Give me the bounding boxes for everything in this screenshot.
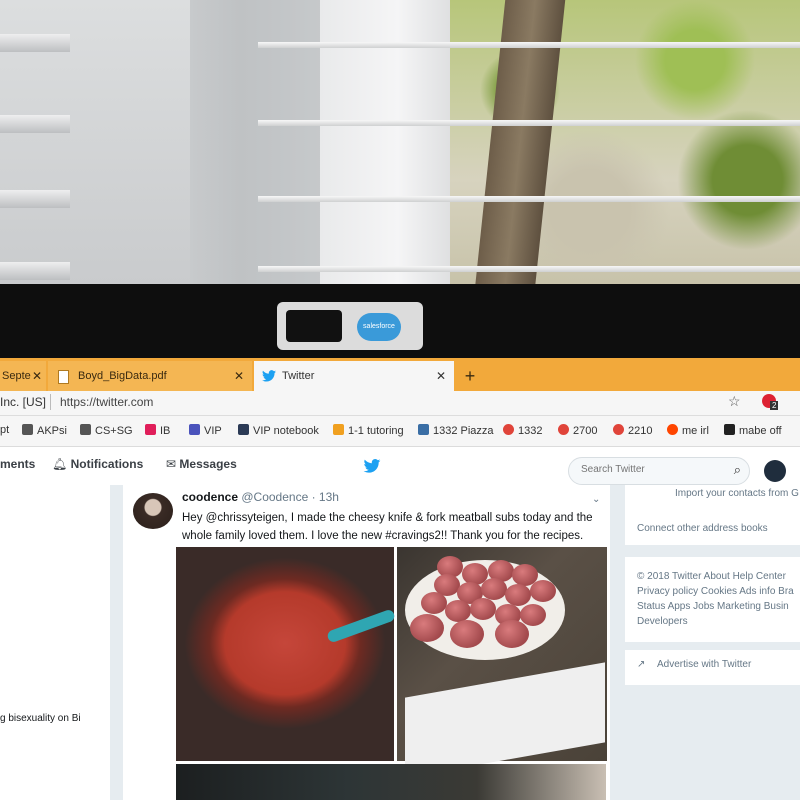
tab-twitter[interactable]: Twitter ✕ (254, 361, 454, 391)
bookmark-cs-sg[interactable]: CS+SG (80, 424, 133, 437)
window-blinds-scene (0, 0, 800, 300)
cube-icon (238, 424, 249, 435)
meatball (410, 614, 444, 642)
tweet-photo-row[interactable] (176, 764, 606, 800)
meatball (450, 620, 484, 648)
envelope-icon: ✉ (166, 457, 177, 471)
slack-icon (145, 424, 156, 435)
blind-slat (258, 266, 800, 272)
tab-boyd-bigdata[interactable]: Boyd_BigData.pdf ✕ (48, 361, 252, 391)
avatar[interactable] (133, 493, 173, 529)
footer-line[interactable]: © 2018 Twitter About Help Center (637, 571, 786, 582)
salesforce-logo: salesforce (357, 313, 401, 341)
profile-avatar[interactable] (764, 460, 786, 482)
trend-item[interactable]: g bisexuality on Bi (0, 713, 81, 724)
blind-slat (258, 42, 800, 48)
bookmark-me-irl[interactable]: me irl (667, 424, 709, 437)
bookmark-star-icon[interactable]: ☆ (728, 393, 741, 410)
footer-line[interactable]: Privacy policy Cookies Ads info Bra (637, 586, 794, 597)
new-tab-button[interactable]: + (458, 362, 482, 390)
search-icon[interactable]: ⌕ (734, 462, 741, 478)
close-icon[interactable]: ✕ (436, 361, 446, 391)
nav-notifications[interactable]: 🔔︎ Notifications (52, 457, 143, 471)
tweet-author-name[interactable]: coodence (182, 490, 238, 504)
bookmark-2700[interactable]: 2700 (558, 424, 597, 437)
nav-moments[interactable]: ments (0, 457, 35, 471)
extension-badge: 2 (770, 401, 779, 410)
contacts-card: Import your contacts from G Connect othe… (625, 485, 800, 545)
bookmark-tutoring[interactable]: 1-1 tutoring (333, 424, 404, 437)
bookmark-1332-piazza[interactable]: 1332 Piazza (418, 424, 494, 437)
search-box[interactable]: ⌕ (568, 457, 750, 485)
footer-line[interactable]: Status Apps Jobs Marketing Busin (637, 601, 789, 612)
meatball (445, 600, 471, 622)
close-icon[interactable]: ✕ (32, 361, 42, 391)
bookmark-partial[interactable]: pt (0, 424, 9, 436)
bookmarks-bar: pt AKPsi CS+SG IB VIP VIP notebook 1-1 t… (0, 416, 800, 447)
blind-slat (258, 196, 800, 202)
bookmark-mabe-off[interactable]: mabe off (724, 424, 782, 437)
piazza-icon (418, 424, 429, 435)
pinwheel-icon (558, 424, 569, 435)
tweet-photo-sauce[interactable] (176, 547, 394, 761)
bookmark-ib[interactable]: IB (145, 424, 170, 437)
footer-card: © 2018 Twitter About Help Center Privacy… (625, 557, 800, 642)
close-icon[interactable]: ✕ (234, 361, 244, 391)
external-link-icon: ↗ (637, 659, 646, 670)
meatball (495, 620, 529, 648)
connect-address-books-link[interactable]: Connect other address books (637, 523, 768, 534)
tab-label: Boyd_BigData.pdf (78, 370, 167, 382)
meatball (470, 598, 496, 620)
meatball (530, 580, 556, 602)
burst-icon (333, 424, 344, 435)
tab-september[interactable]: Septe ✕ (0, 361, 46, 391)
bookmark-akpsi[interactable]: AKPsi (22, 424, 67, 437)
divider (50, 394, 51, 410)
hashtag-icon (22, 424, 33, 435)
url-text[interactable]: https://twitter.com (60, 395, 153, 409)
blind-slat (0, 34, 70, 52)
webcam-slot (286, 310, 342, 342)
bookmark-1332[interactable]: 1332 (503, 424, 542, 437)
left-column (0, 485, 111, 800)
address-bar[interactable]: Inc. [US] https://twitter.com ☆ 2 (0, 391, 800, 416)
import-contacts-link[interactable]: Import your contacts from G (675, 488, 799, 499)
bookmark-vip[interactable]: VIP (189, 424, 222, 437)
chevron-down-icon[interactable]: ⌄ (592, 494, 600, 505)
tweet-header: coodence @Coodence · 13h (182, 490, 339, 504)
blind-slat (0, 115, 70, 133)
tab-label: Septe (2, 370, 31, 382)
tweet-text: Hey @chrissyteigen, I made the cheesy kn… (182, 512, 593, 542)
advertise-link[interactable]: Advertise with Twitter (657, 659, 751, 670)
nav-messages[interactable]: ✉ Messages (166, 457, 237, 471)
bookmark-2210[interactable]: 2210 (613, 424, 652, 437)
reddit-icon (667, 424, 678, 435)
meatball (481, 578, 507, 600)
bookmark-vip-notebook[interactable]: VIP notebook (238, 424, 319, 437)
twitter-logo-icon[interactable] (363, 459, 381, 473)
hashtag-icon (80, 424, 91, 435)
pinwheel-icon (613, 424, 624, 435)
search-input[interactable] (579, 463, 723, 476)
pinwheel-icon (503, 424, 514, 435)
certificate-label[interactable]: Inc. [US] (0, 395, 46, 409)
blind-slat (0, 262, 70, 280)
meatball (505, 584, 531, 606)
teams-icon (189, 424, 200, 435)
pdf-icon (58, 370, 69, 384)
footer-line[interactable]: Developers (637, 616, 688, 627)
meatball (421, 592, 447, 614)
tab-label: Twitter (282, 370, 315, 382)
book-icon (724, 424, 735, 435)
meatball (520, 604, 546, 626)
blind-slat (258, 120, 800, 126)
bell-icon: 🔔︎ (52, 457, 68, 471)
advertise-card: ↗ Advertise with Twitter (625, 650, 800, 685)
tweet-author-handle[interactable]: @Coodence (241, 490, 308, 504)
twitter-bird-icon (262, 370, 276, 382)
tweet-timestamp[interactable]: · 13h (312, 490, 339, 504)
blind-slat (0, 190, 70, 208)
